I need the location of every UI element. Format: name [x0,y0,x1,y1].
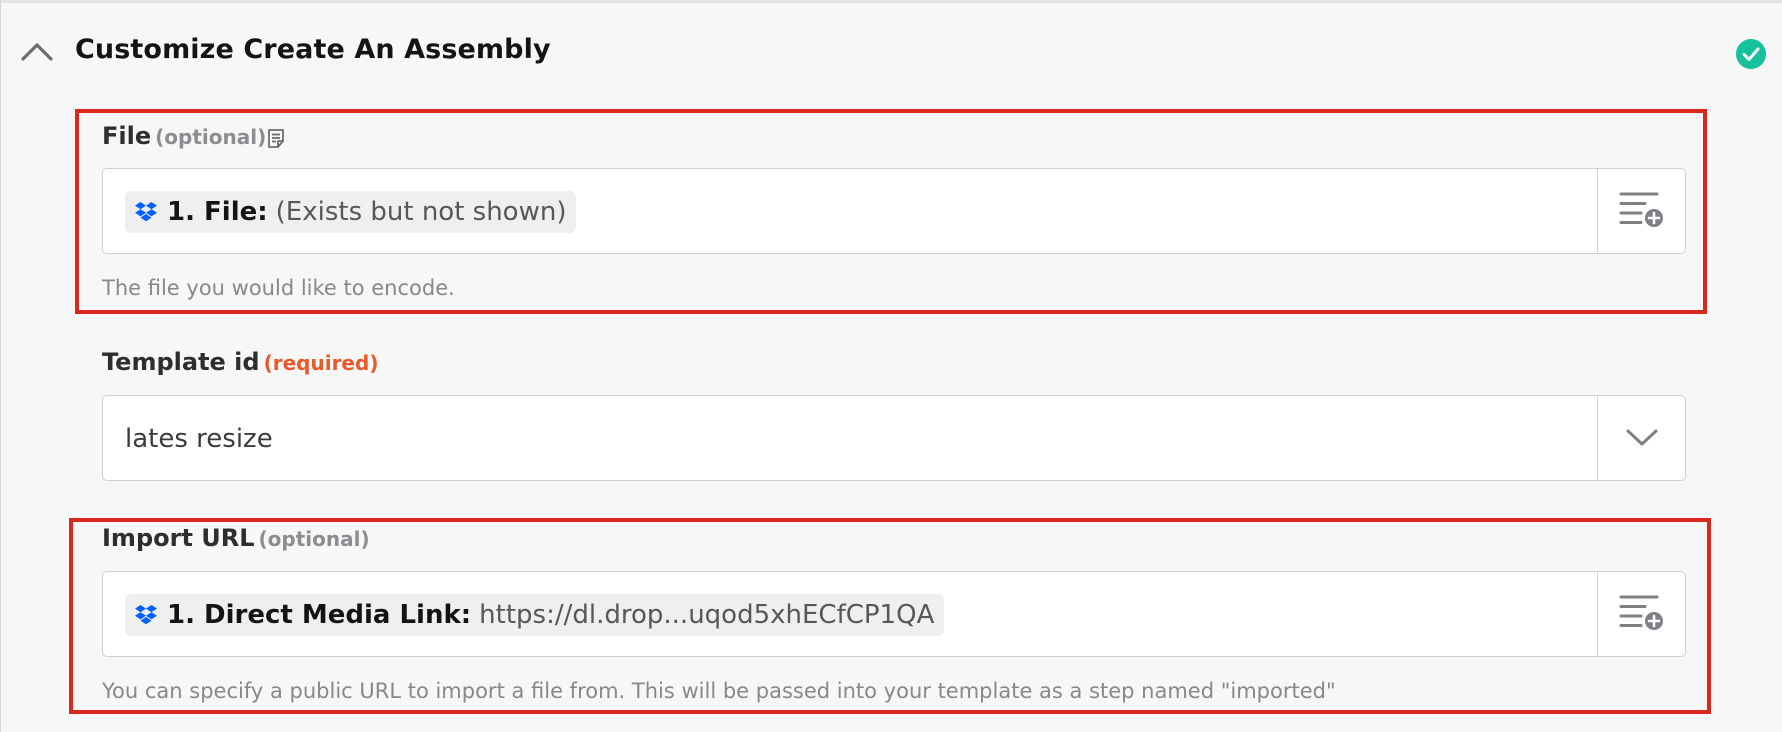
chevron-down-icon [1626,429,1657,446]
template-id-selected-value: lates resize [125,424,273,454]
section-title: Customize Create An Assembly [75,34,551,65]
left-divider [0,0,1,732]
template-id-field-label: Template id (required) [102,348,378,376]
template-id-select[interactable]: lates resize [102,395,1686,481]
template-id-label-text: Template id [102,348,260,376]
import-url-highlight-box [69,518,1711,714]
file-highlight-box [75,109,1707,314]
template-id-required-tag: (required) [263,351,379,375]
section-header[interactable]: Customize Create An Assembly [0,28,1782,82]
chevron-up-icon[interactable] [20,38,54,62]
top-divider [0,0,1782,3]
template-id-dropdown-toggle[interactable] [1597,396,1685,480]
check-circle-icon [1736,39,1766,69]
